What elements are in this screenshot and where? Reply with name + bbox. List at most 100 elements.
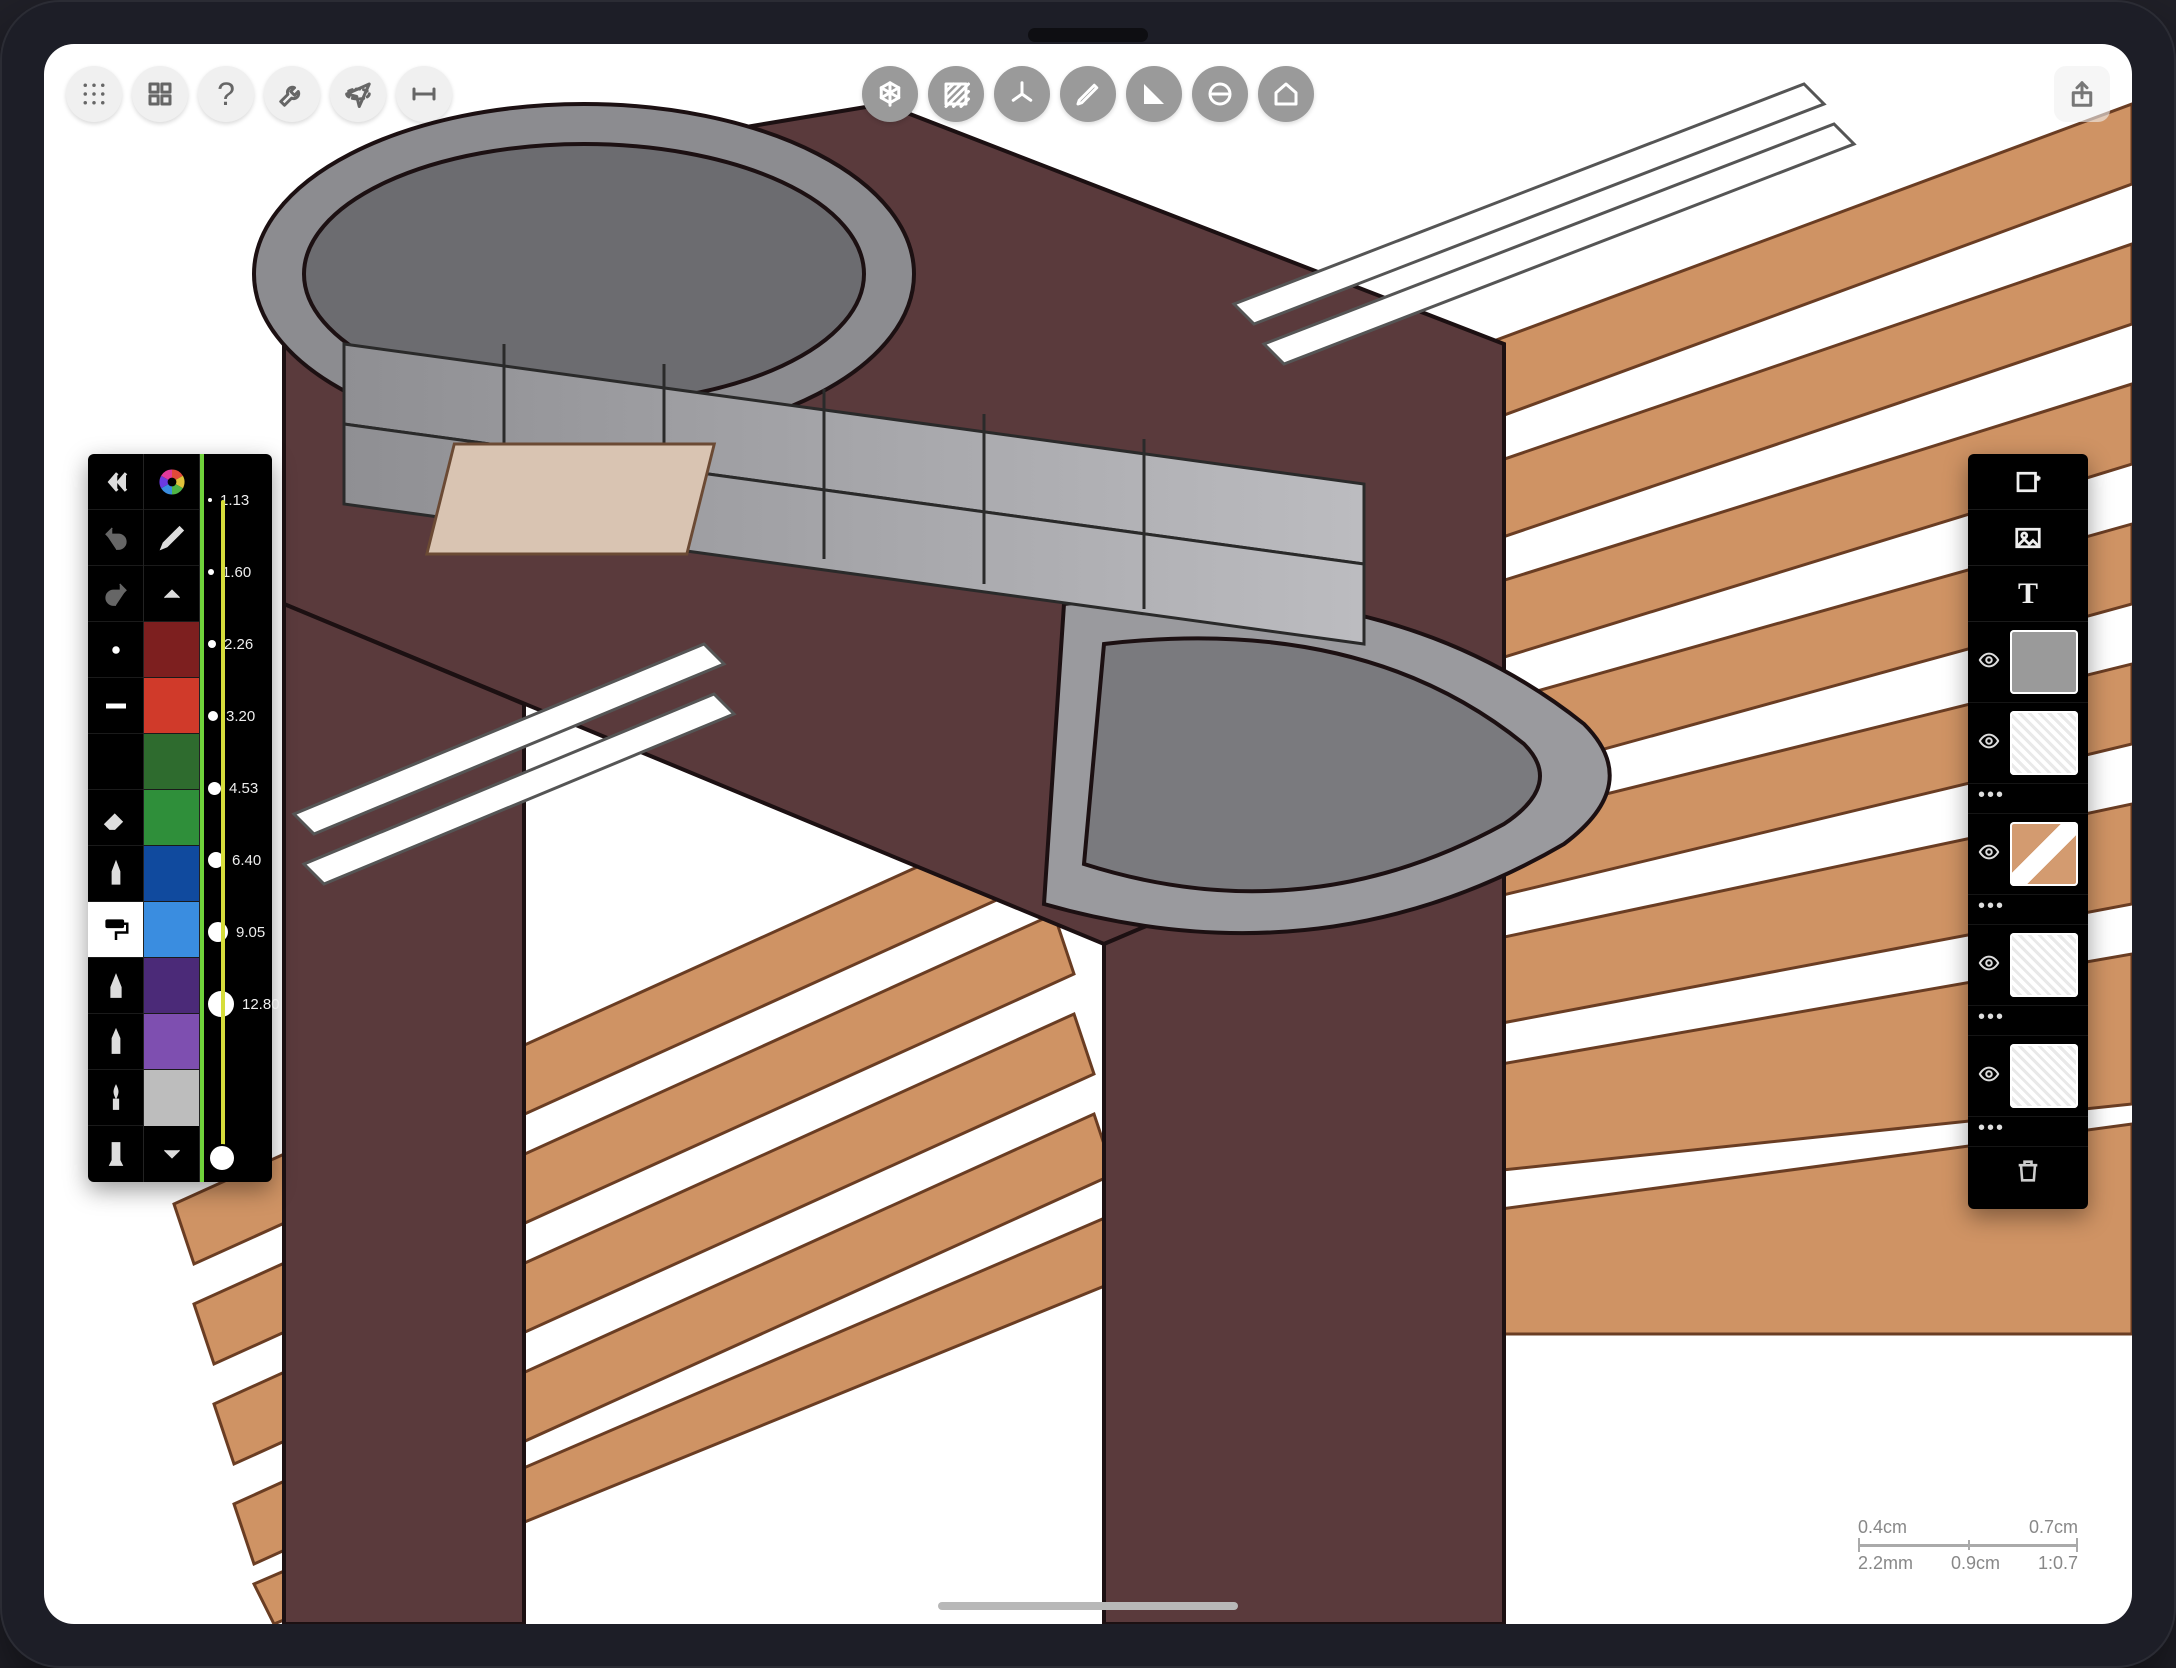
color-swatch-6[interactable]: [144, 958, 199, 1014]
visibility-icon[interactable]: [1978, 649, 2002, 676]
image-layer-icon[interactable]: [1968, 510, 2088, 566]
layer-thumbnail[interactable]: [2010, 933, 2078, 997]
canvas-artwork[interactable]: [44, 44, 2132, 1624]
swatch-column: [144, 454, 200, 1182]
size-slider-track: [221, 500, 225, 1154]
layer-row-4[interactable]: [1968, 1036, 2088, 1117]
more-icon[interactable]: •••: [1978, 1117, 2002, 1140]
brush-size-4[interactable]: 4.53: [200, 752, 272, 824]
visibility-icon[interactable]: [1978, 841, 2002, 868]
visibility-icon[interactable]: [1978, 952, 2002, 979]
measure-icon[interactable]: [396, 66, 452, 122]
pencil-icon[interactable]: [1060, 66, 1116, 122]
color-swatch-2[interactable]: [144, 734, 199, 790]
stroke-dot-tool[interactable]: [88, 622, 143, 678]
more-icon[interactable]: •••: [1978, 784, 2002, 807]
layer-row-1[interactable]: [1968, 703, 2088, 784]
size-dot-icon: [208, 640, 216, 648]
layer-options-3[interactable]: •••: [1968, 1006, 2088, 1036]
visibility-icon[interactable]: [1978, 730, 2002, 757]
pen-tool[interactable]: [88, 846, 143, 902]
dot-grid-icon[interactable]: [66, 66, 122, 122]
roller-tool-active[interactable]: [88, 902, 143, 958]
layer-options-2[interactable]: •••: [1968, 895, 2088, 925]
brush-size-label: 9.05: [236, 924, 265, 941]
help-icon[interactable]: ?: [198, 66, 254, 122]
orbit-icon[interactable]: [862, 66, 918, 122]
brush-size-0[interactable]: 1.13: [200, 464, 272, 536]
layer-thumbnail[interactable]: [2010, 711, 2078, 775]
home-indicator: [938, 1602, 1238, 1610]
new-layer-icon[interactable]: [1968, 454, 2088, 510]
layer-options-4[interactable]: •••: [1968, 1117, 2088, 1147]
ruler-bot-mid: 0.9cm: [1951, 1553, 2000, 1574]
eyedropper-icon[interactable]: [144, 510, 199, 566]
brush-size-label: 1.60: [222, 564, 251, 581]
top-right-toolbar: [2054, 66, 2110, 122]
pencil-tool[interactable]: [88, 958, 143, 1014]
color-swatch-3[interactable]: [144, 790, 199, 846]
hatch-icon[interactable]: [928, 66, 984, 122]
angle-icon[interactable]: [1126, 66, 1182, 122]
layer-row-2[interactable]: [1968, 814, 2088, 895]
brush-size-label: 6.40: [232, 852, 261, 869]
layer-options-1[interactable]: •••: [1968, 784, 2088, 814]
text-layer-icon[interactable]: T: [1968, 566, 2088, 622]
square-grid-icon[interactable]: [132, 66, 188, 122]
expand-up-icon[interactable]: [144, 566, 199, 622]
brush-size-6[interactable]: 9.05: [200, 896, 272, 968]
device-camera: [1028, 28, 1148, 42]
axis-icon[interactable]: [994, 66, 1050, 122]
layers-header: T: [1968, 454, 2088, 622]
scale-ruler: 0.4cm 0.7cm 2.2mm 0.9cm 1:0.7: [1858, 1517, 2078, 1574]
target-icon[interactable]: [1192, 66, 1248, 122]
brush-size-label: 3.20: [226, 708, 255, 725]
brush-size-label: 2.26: [224, 636, 253, 653]
more-icon[interactable]: •••: [1978, 895, 2002, 918]
brush-size-1[interactable]: 1.60: [200, 536, 272, 608]
blank-tool[interactable]: [88, 734, 143, 790]
color-swatch-8[interactable]: [144, 1070, 199, 1126]
color-swatch-1[interactable]: [144, 678, 199, 734]
visibility-icon[interactable]: [1978, 1063, 2002, 1090]
size-slider-handle[interactable]: [210, 1146, 234, 1170]
layer-thumbnail[interactable]: [2010, 1044, 2078, 1108]
top-left-toolbar: ?: [66, 66, 452, 122]
stroke-line-tool[interactable]: [88, 678, 143, 734]
color-swatch-7[interactable]: [144, 1014, 199, 1070]
more-icon[interactable]: •••: [1978, 1006, 2002, 1029]
brush-size-label: 12.80: [242, 996, 280, 1013]
brush-size-5[interactable]: 6.40: [200, 824, 272, 896]
brush-tool[interactable]: [88, 1070, 143, 1126]
tool-column: [88, 454, 144, 1182]
layer-row-0[interactable]: [1968, 622, 2088, 703]
delete-layer-icon[interactable]: [1968, 1147, 2088, 1195]
layer-thumbnail[interactable]: [2010, 630, 2078, 694]
layer-row-3[interactable]: [1968, 925, 2088, 1006]
color-swatch-4[interactable]: [144, 846, 199, 902]
collapse-icon[interactable]: [88, 454, 143, 510]
redo-icon[interactable]: [88, 566, 143, 622]
home-icon[interactable]: [1258, 66, 1314, 122]
brush-size-column[interactable]: 1.13 1.60 2.26 3.20 4.53 6.40 9.05 12.80: [200, 454, 272, 1182]
size-dot-icon: [208, 711, 218, 721]
brush-size-2[interactable]: 2.26: [200, 608, 272, 680]
brush-size-3[interactable]: 3.20: [200, 680, 272, 752]
top-center-toolbar: [862, 66, 1314, 122]
ruler-top-left: 0.4cm: [1858, 1517, 1907, 1538]
share-icon[interactable]: [2054, 66, 2110, 122]
marker-tool[interactable]: [88, 1014, 143, 1070]
navigate-icon[interactable]: [330, 66, 386, 122]
expand-down-icon[interactable]: [144, 1126, 199, 1182]
eraser-tool[interactable]: [88, 790, 143, 846]
wrench-icon[interactable]: [264, 66, 320, 122]
highlighter-tool[interactable]: [88, 1126, 143, 1182]
undo-icon[interactable]: [88, 510, 143, 566]
color-swatch-5[interactable]: [144, 902, 199, 958]
layer-thumbnail[interactable]: [2010, 822, 2078, 886]
color-swatch-0[interactable]: [144, 622, 199, 678]
color-wheel-icon[interactable]: [144, 454, 199, 510]
tool-panel: 1.13 1.60 2.26 3.20 4.53 6.40 9.05 12.80: [88, 454, 272, 1182]
brush-size-7[interactable]: 12.80: [200, 968, 272, 1040]
size-dot-icon: [208, 498, 212, 502]
